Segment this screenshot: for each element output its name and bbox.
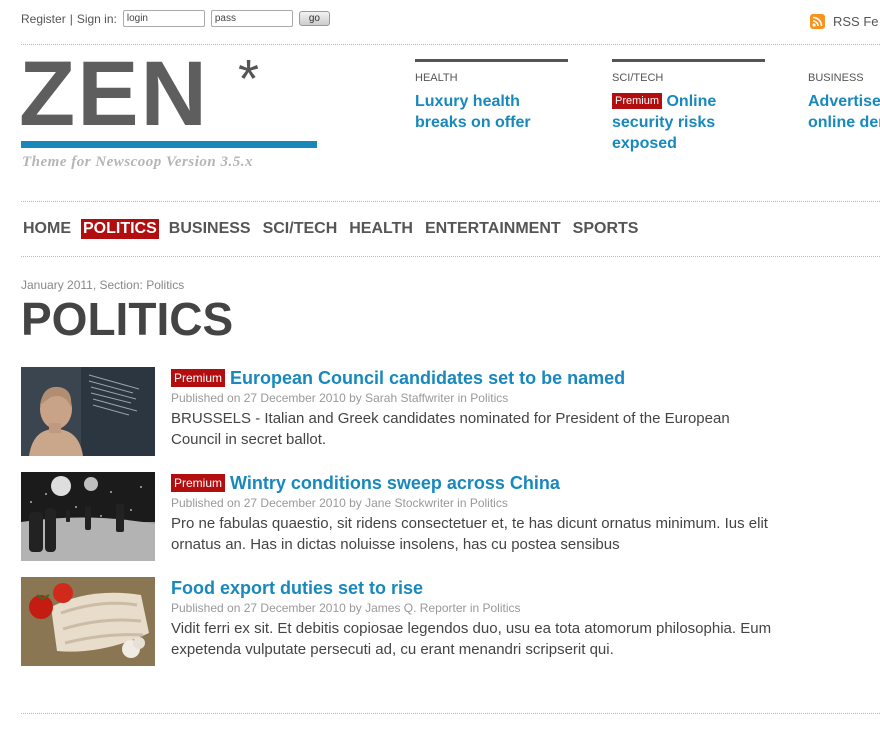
nav-item-entertainment[interactable]: ENTERTAINMENT (423, 219, 563, 239)
site-tagline: Theme for Newscoop Version 3.5.x (22, 154, 253, 170)
featured-section: BUSINESS (808, 72, 864, 84)
article-title-link[interactable]: European Council candidates set to be na… (230, 368, 625, 388)
premium-badge: Premium (171, 369, 226, 387)
article-meta: Published on 27 December 2010 by Jane St… (171, 496, 508, 510)
premium-badge: Premium (612, 93, 663, 109)
featured-section: SCI/TECH (612, 72, 664, 84)
signin-label: Sign in: (76, 11, 117, 26)
featured-item: SCI/TECH Premium Online security risks e… (612, 59, 765, 154)
featured-item: HEALTH Luxury health breaks on offer (415, 59, 568, 133)
article-title-link[interactable]: Food export duties set to rise (171, 578, 423, 598)
nav-item-health[interactable]: HEALTH (347, 219, 415, 239)
logo-underline (21, 141, 317, 148)
divider (21, 256, 880, 257)
featured-section: HEALTH (415, 72, 458, 84)
premium-badge: Premium (171, 474, 226, 492)
nav-item-home[interactable]: HOME (21, 219, 73, 239)
rss-link[interactable]: RSS Fe (810, 14, 879, 29)
divider (21, 713, 880, 714)
article-body: Food export duties set to rise Published… (171, 577, 776, 660)
article-thumbnail[interactable] (21, 367, 155, 456)
rss-icon (810, 14, 825, 29)
page-title: POLITICS (21, 293, 234, 345)
login-bar: Register | Sign in: go (21, 10, 330, 27)
article-summary: BRUSSELS - Italian and Greek candidates … (171, 410, 730, 448)
article-summary: Pro ne fabulas quaestio, sit ridens cons… (171, 515, 768, 553)
article-body: Premium Wintry conditions sweep across Ch… (171, 472, 776, 555)
article-thumbnail[interactable] (21, 472, 155, 561)
register-link[interactable]: Register (21, 12, 66, 26)
featured-title-link[interactable]: Luxury health breaks on offer (415, 91, 568, 133)
main-nav: HOME POLITICS BUSINESS SCI/TECH HEALTH E… (21, 219, 648, 239)
nav-item-politics[interactable]: POLITICS (81, 219, 159, 239)
article-summary: Vidit ferri ex sit. Et debitis copiosae … (171, 620, 772, 658)
nav-item-scitech[interactable]: SCI/TECH (261, 219, 340, 239)
divider (21, 201, 880, 202)
logo-star: * (238, 49, 260, 109)
site-logo[interactable]: ZEN (19, 48, 209, 140)
article-meta: Published on 27 December 2010 by James Q… (171, 601, 521, 615)
article-body: Premium European Council candidates set t… (171, 367, 776, 450)
go-button[interactable]: go (298, 11, 330, 26)
article-meta: Published on 27 December 2010 by Sarah S… (171, 391, 509, 405)
rss-label: RSS Fe (833, 14, 879, 29)
article-thumbnail[interactable] (21, 577, 155, 666)
separator: | (69, 11, 73, 26)
password-input[interactable] (210, 10, 293, 27)
login-input[interactable] (122, 10, 205, 27)
featured-title-link[interactable]: Advertise online der (808, 91, 880, 133)
featured-item: BUSINESS Advertise online der (808, 59, 880, 133)
featured-title-link[interactable]: Premium Online security risks exposed (612, 91, 765, 154)
section-meta: January 2011, Section: Politics (21, 278, 185, 292)
nav-item-business[interactable]: BUSINESS (167, 219, 253, 239)
nav-item-sports[interactable]: SPORTS (571, 219, 641, 239)
article-title-link[interactable]: Wintry conditions sweep across China (230, 473, 560, 493)
